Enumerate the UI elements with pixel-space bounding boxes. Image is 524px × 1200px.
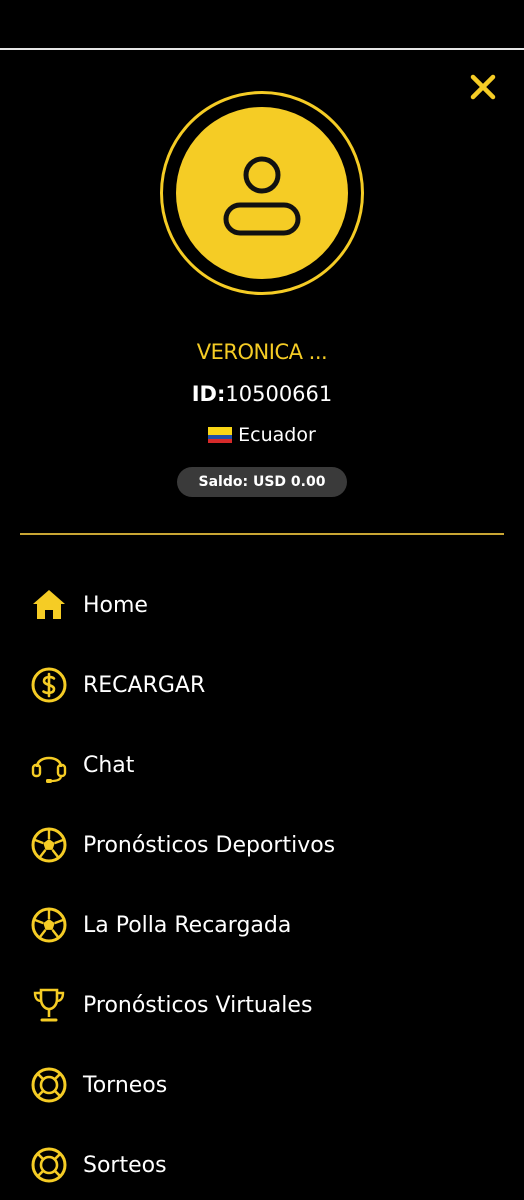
- user-id: ID:10500661: [0, 382, 524, 406]
- close-button[interactable]: [466, 70, 500, 104]
- user-id-value: 10500661: [225, 382, 333, 406]
- menu-item-la-polla-recargada[interactable]: La Polla Recargada: [28, 900, 498, 950]
- user-id-label: ID:: [191, 382, 226, 406]
- menu-item-home[interactable]: Home: [28, 580, 498, 630]
- menu-item-pronosticos-deportivos[interactable]: Pronósticos Deportivos: [28, 820, 498, 870]
- balance-badge: Saldo: USD 0.00: [177, 467, 347, 497]
- menu-item-chat[interactable]: Chat: [28, 740, 498, 790]
- menu-label-pronosticos-virtuales: Pronósticos Virtuales: [83, 992, 313, 1018]
- menu-label-torneos: Torneos: [83, 1072, 168, 1098]
- menu-item-sorteos[interactable]: Sorteos: [28, 1140, 498, 1190]
- close-icon: [470, 74, 496, 100]
- user-country: Ecuador: [0, 424, 524, 446]
- user-name: VERONICA ...: [196, 340, 328, 364]
- lifebuoy-icon: [28, 1144, 70, 1186]
- menu-label-la-polla-recargada: La Polla Recargada: [83, 912, 292, 938]
- menu-item-torneos[interactable]: Torneos: [28, 1060, 498, 1110]
- ecuador-flag-icon: [208, 427, 233, 443]
- top-divider: [0, 48, 524, 50]
- trophy-icon: [28, 984, 70, 1026]
- user-icon: [223, 156, 301, 236]
- menu-label-pronosticos-deportivos: Pronósticos Deportivos: [83, 832, 336, 858]
- country-name: Ecuador: [238, 424, 316, 446]
- menu-label-recargar: RECARGAR: [83, 672, 206, 698]
- menu-label-chat: Chat: [83, 752, 135, 778]
- soccer-ball-icon: [28, 824, 70, 866]
- avatar: [160, 91, 364, 295]
- menu-label-sorteos: Sorteos: [83, 1152, 167, 1178]
- soccer-ball-icon: [28, 904, 70, 946]
- headset-icon: [28, 744, 70, 786]
- profile-divider: [20, 533, 504, 535]
- menu-item-recargar[interactable]: RECARGAR: [28, 660, 498, 710]
- dollar-coin-icon: [28, 664, 70, 706]
- menu-item-pronosticos-virtuales[interactable]: Pronósticos Virtuales: [28, 980, 498, 1030]
- menu-label-home: Home: [83, 592, 148, 618]
- home-icon: [28, 584, 70, 626]
- lifebuoy-icon: [28, 1064, 70, 1106]
